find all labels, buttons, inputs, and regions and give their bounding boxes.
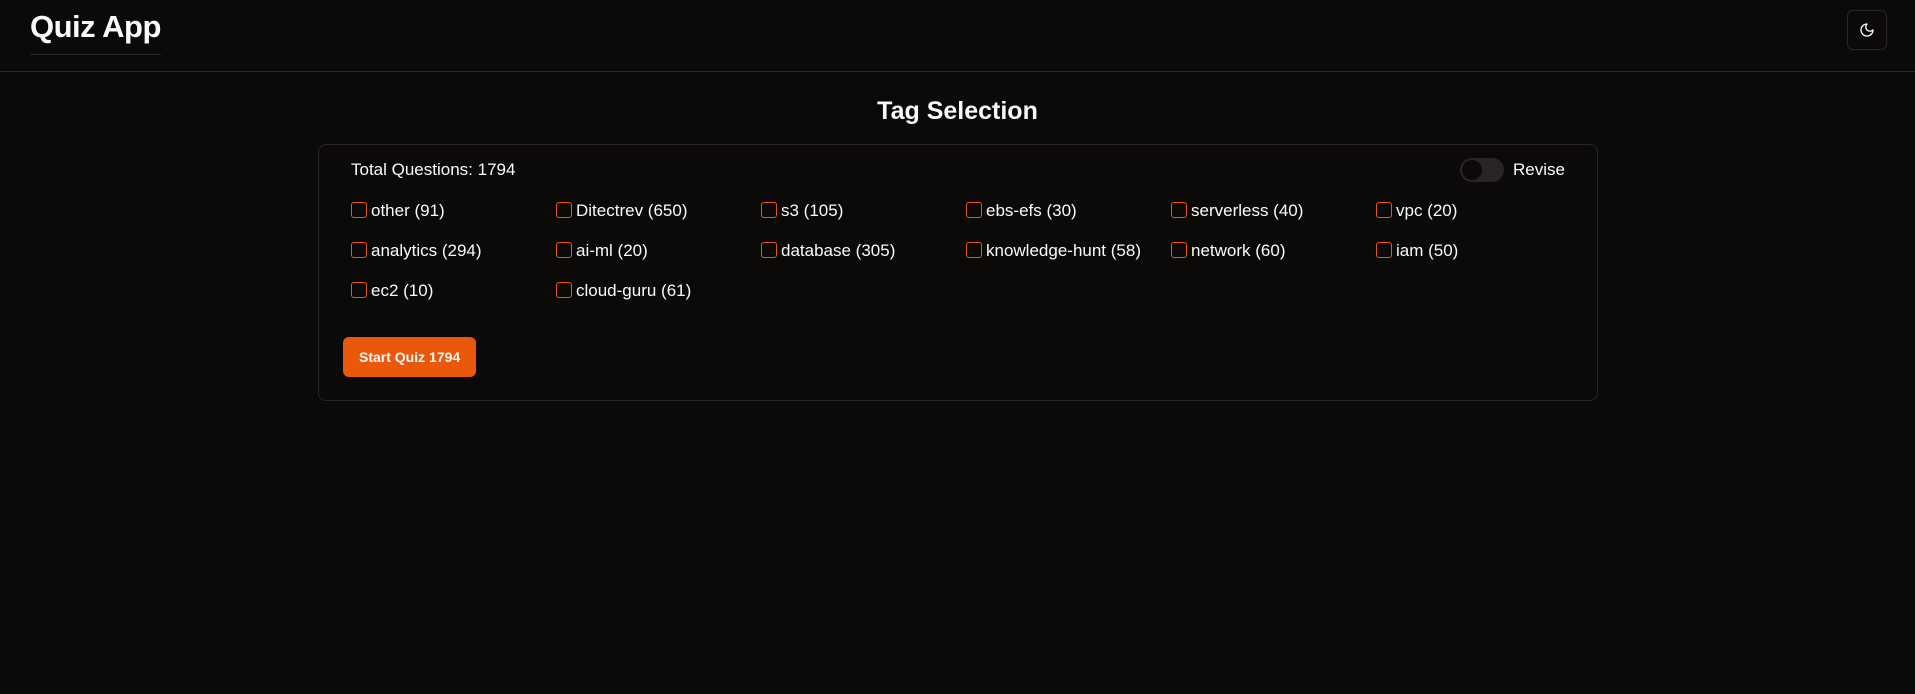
tag-label: vpc (20)	[1396, 201, 1458, 220]
tag-option[interactable]: other (91)	[351, 201, 556, 221]
tag-label: s3 (105)	[781, 201, 844, 220]
tag-checkbox[interactable]	[761, 241, 777, 258]
tag-label: serverless (40)	[1191, 201, 1304, 220]
tag-label: database (305)	[781, 241, 896, 260]
tag-option[interactable]: database (305)	[761, 241, 966, 261]
tag-checkbox[interactable]	[966, 201, 982, 218]
tag-checkbox[interactable]	[1171, 241, 1187, 258]
theme-toggle-button[interactable]	[1847, 10, 1887, 50]
tag-checkbox[interactable]	[351, 241, 367, 258]
tag-checkbox[interactable]	[761, 201, 777, 218]
tag-label: Ditectrev (650)	[576, 201, 688, 220]
tag-option[interactable]: vpc (20)	[1376, 201, 1581, 221]
tag-label: ai-ml (20)	[576, 241, 648, 260]
tag-option[interactable]: Ditectrev (650)	[556, 201, 761, 221]
tag-checkbox[interactable]	[966, 241, 982, 258]
tag-checkbox[interactable]	[556, 241, 572, 258]
revise-label: Revise	[1513, 160, 1565, 179]
tag-option[interactable]: analytics (294)	[351, 241, 556, 261]
tag-option[interactable]: ai-ml (20)	[556, 241, 761, 261]
tag-option[interactable]: s3 (105)	[761, 201, 966, 221]
tag-checkbox[interactable]	[556, 201, 572, 218]
page-title: Tag Selection	[877, 97, 1038, 125]
app-title: Quiz App	[30, 8, 161, 55]
tag-checkbox[interactable]	[1171, 201, 1187, 218]
tag-label: iam (50)	[1396, 241, 1459, 260]
tag-label: knowledge-hunt (58)	[986, 241, 1141, 260]
revise-toggle[interactable]	[1460, 158, 1505, 182]
tag-label: other (91)	[371, 201, 445, 220]
tag-label: ebs-efs (30)	[986, 201, 1077, 220]
tag-option[interactable]: ec2 (10)	[351, 281, 556, 301]
tag-selection-card: Total Questions: 1794 Revise other (91) D…	[318, 144, 1598, 401]
tag-option[interactable]: network (60)	[1171, 241, 1376, 261]
tag-checkbox[interactable]	[556, 281, 572, 298]
moon-icon	[1860, 23, 1874, 37]
tag-checkbox[interactable]	[1376, 201, 1392, 218]
tag-label: ec2 (10)	[371, 281, 434, 300]
tag-label: analytics (294)	[371, 241, 482, 260]
tag-option[interactable]: iam (50)	[1376, 241, 1581, 261]
tag-label: cloud-guru (61)	[576, 281, 692, 300]
tag-checkbox[interactable]	[351, 281, 367, 298]
tag-checkbox[interactable]	[1376, 241, 1392, 258]
revise-control: Revise	[1460, 158, 1565, 182]
tag-option[interactable]: knowledge-hunt (58)	[966, 241, 1171, 261]
total-questions: Total Questions: 1794	[351, 160, 516, 179]
tag-checkbox[interactable]	[351, 201, 367, 218]
tag-option[interactable]: serverless (40)	[1171, 201, 1376, 221]
tag-option[interactable]: ebs-efs (30)	[966, 201, 1171, 221]
app-header: Quiz App	[0, 0, 1915, 72]
tag-list: other (91) Ditectrev (650) s3 (105) ebs-efs…	[351, 201, 1571, 301]
revise-toggle-thumb	[1462, 160, 1483, 180]
tag-label: network (60)	[1191, 241, 1286, 260]
tag-option[interactable]: cloud-guru (61)	[556, 281, 761, 301]
start-quiz-button[interactable]: Start Quiz 1794	[343, 337, 477, 377]
